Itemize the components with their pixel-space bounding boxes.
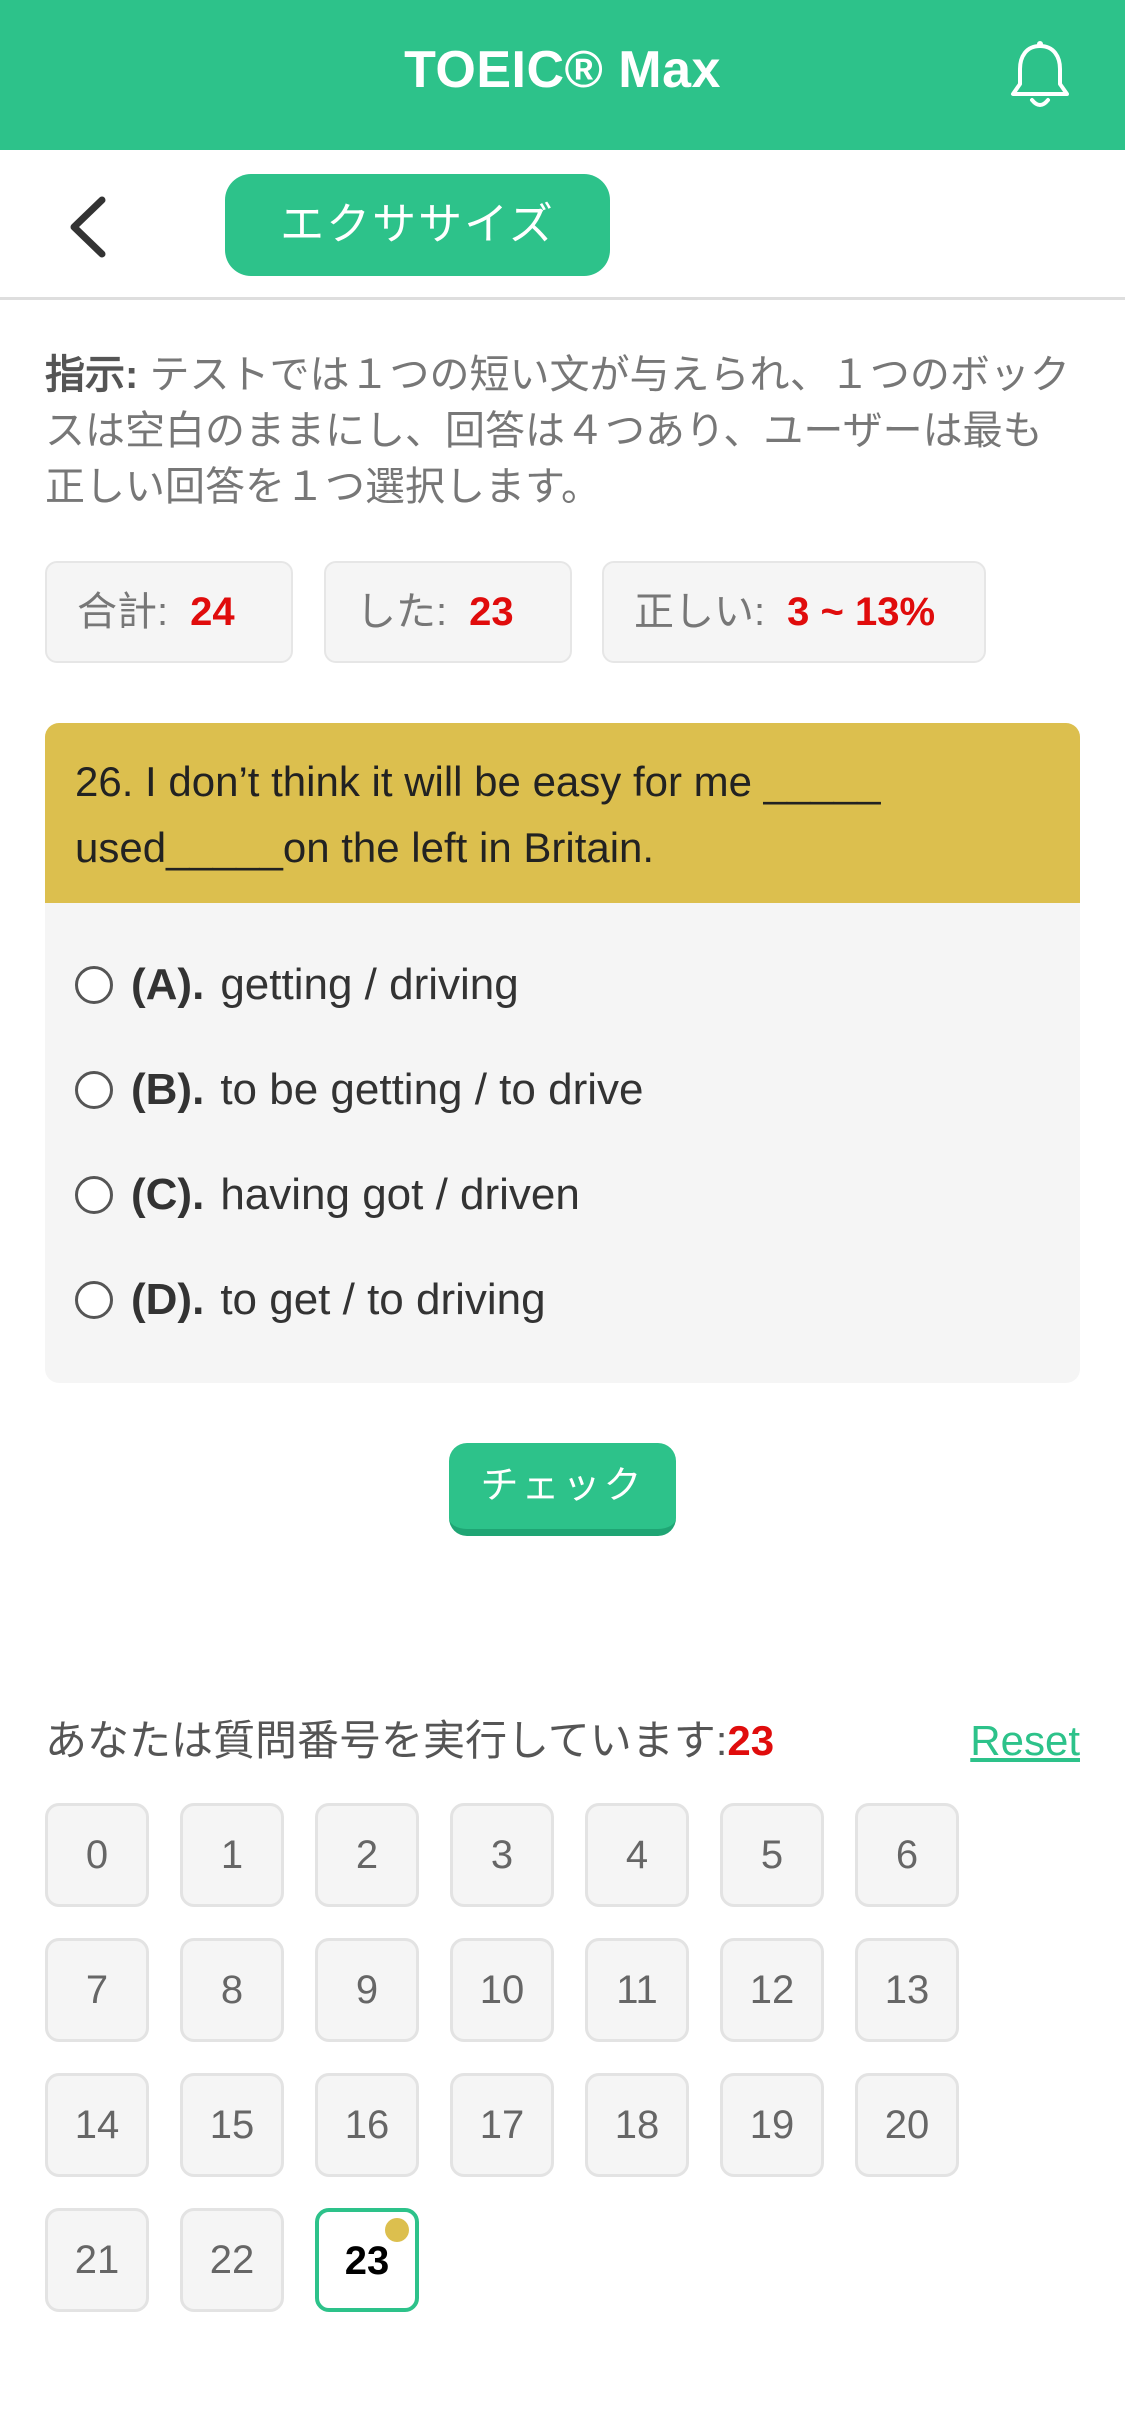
question-number-button[interactable]: 4 <box>585 1803 689 1907</box>
option-text: to get / to driving <box>220 1275 546 1324</box>
question-number-button[interactable]: 7 <box>45 1938 149 2042</box>
app-title: TOEIC® Max <box>404 41 721 99</box>
radio-button[interactable] <box>75 1176 113 1214</box>
question-text: 26. I don’t think it will be easy for me… <box>45 723 1080 903</box>
bell-icon[interactable] <box>1005 40 1075 112</box>
stat-total: 合計: 24 <box>45 561 293 663</box>
stat-correct: 正しい: 3 ~ 13% <box>602 561 986 663</box>
option-letter: (D). <box>131 1275 205 1324</box>
option-a[interactable]: (A). getting / driving <box>75 955 519 1015</box>
radio-button[interactable] <box>75 1071 113 1109</box>
app-header: TOEIC® Max <box>0 0 1125 150</box>
chevron-left-icon[interactable] <box>62 192 122 262</box>
stat-label: した: <box>356 590 448 634</box>
question-number-button[interactable]: 20 <box>855 2073 959 2177</box>
option-text: to be getting / to drive <box>220 1065 644 1114</box>
question-number-button[interactable]: 0 <box>45 1803 149 1907</box>
radio-button[interactable] <box>75 966 113 1004</box>
option-c[interactable]: (C). having got / driven <box>75 1165 580 1225</box>
stat-done: した: 23 <box>324 561 572 663</box>
nav-bar: エクササイズ <box>0 150 1125 300</box>
question-number-button[interactable]: 23 <box>315 2208 419 2312</box>
reset-link[interactable]: Reset <box>970 1713 1080 1769</box>
instruction-body: テストでは１つの短い文が与えられ、１つのボックスは空白のままにし、回答は４つあり… <box>45 353 1070 509</box>
option-text: getting / driving <box>220 960 519 1009</box>
question-number-button[interactable]: 15 <box>180 2073 284 2177</box>
stat-value: 23 <box>469 590 514 634</box>
question-number-button[interactable]: 3 <box>450 1803 554 1907</box>
question-number-label: 23 <box>344 2239 390 2283</box>
question-number-button[interactable]: 17 <box>450 2073 554 2177</box>
progress-text: あなたは質問番号を実行しています:23 <box>45 1713 774 1769</box>
question-number-button[interactable]: 1 <box>180 1803 284 1907</box>
question-number-button[interactable]: 13 <box>855 1938 959 2042</box>
question-number-button[interactable]: 21 <box>45 2208 149 2312</box>
option-letter: (B). <box>131 1065 205 1114</box>
question-number-button[interactable]: 5 <box>720 1803 824 1907</box>
stat-value: 24 <box>190 590 235 634</box>
check-button[interactable]: チェック <box>449 1443 676 1536</box>
question-number-button[interactable]: 8 <box>180 1938 284 2042</box>
question-number-button[interactable]: 14 <box>45 2073 149 2177</box>
question-number-button[interactable]: 12 <box>720 1938 824 2042</box>
stat-label: 合計: <box>77 590 169 634</box>
progress-label: あなたは質問番号を実行しています: <box>45 1717 728 1764</box>
option-d[interactable]: (D). to get / to driving <box>75 1270 546 1330</box>
radio-button[interactable] <box>75 1281 113 1319</box>
instruction-text: 指示: テストでは１つの短い文が与えられ、１つのボックスは空白のままにし、回答は… <box>45 347 1080 515</box>
question-number-button[interactable]: 9 <box>315 1938 419 2042</box>
option-letter: (A). <box>131 960 205 1009</box>
question-number-button[interactable]: 18 <box>585 2073 689 2177</box>
question-number-button[interactable]: 6 <box>855 1803 959 1907</box>
tab-exercise[interactable]: エクササイズ <box>225 174 610 276</box>
stat-label: 正しい: <box>634 590 766 634</box>
current-indicator-dot <box>385 2218 409 2242</box>
option-text: having got / driven <box>220 1170 580 1219</box>
question-number-button[interactable]: 10 <box>450 1938 554 2042</box>
question-number-button[interactable]: 2 <box>315 1803 419 1907</box>
question-number-button[interactable]: 19 <box>720 2073 824 2177</box>
answer-options: (A). getting / driving (B). to be gettin… <box>45 903 1080 1383</box>
question-number-button[interactable]: 22 <box>180 2208 284 2312</box>
current-question-number: 23 <box>727 1717 775 1764</box>
instruction-label: 指示: <box>45 353 139 397</box>
option-b[interactable]: (B). to be getting / to drive <box>75 1060 643 1120</box>
stat-value: 3 ~ 13% <box>787 590 936 634</box>
question-number-button[interactable]: 16 <box>315 2073 419 2177</box>
question-number-button[interactable]: 11 <box>585 1938 689 2042</box>
option-letter: (C). <box>131 1170 205 1219</box>
